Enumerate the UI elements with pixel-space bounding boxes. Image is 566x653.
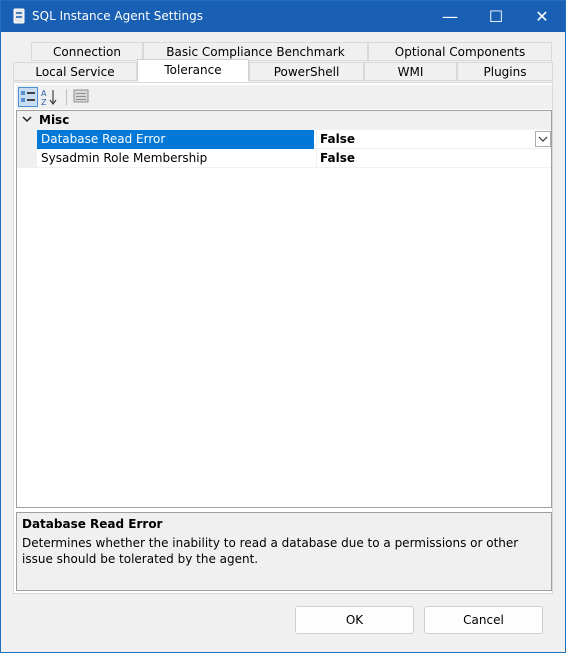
title-bar[interactable]: SQL Instance Agent Settings — ☐ ✕ <box>1 1 565 32</box>
cancel-button[interactable]: Cancel <box>424 606 543 634</box>
alphabetical-button[interactable]: A Z <box>40 87 60 107</box>
close-button[interactable]: ✕ <box>519 1 565 32</box>
help-title: Database Read Error <box>22 517 163 531</box>
property-row-database-read-error[interactable]: Database Read Error False <box>17 130 551 149</box>
categorized-button[interactable] <box>18 87 38 107</box>
category-row-misc[interactable]: Misc <box>17 111 551 130</box>
chevron-down-icon <box>538 136 548 142</box>
categorized-icon <box>21 91 35 102</box>
window-title: SQL Instance Agent Settings <box>32 9 203 23</box>
category-label: Misc <box>39 113 70 127</box>
tab-tolerance[interactable]: Tolerance <box>137 59 249 82</box>
property-name[interactable]: Sysadmin Role Membership <box>37 149 314 168</box>
row-gutter <box>17 149 37 168</box>
property-value[interactable]: False <box>316 130 534 149</box>
alphabetical-icon: A Z <box>41 89 57 107</box>
chevron-down-icon[interactable] <box>21 113 33 125</box>
ok-button[interactable]: OK <box>295 606 414 634</box>
row-gutter <box>17 130 37 149</box>
tab-powershell[interactable]: PowerShell <box>249 62 364 81</box>
database-app-icon <box>13 8 25 24</box>
help-description: Determines whether the inability to read… <box>22 536 519 566</box>
tab-local-service[interactable]: Local Service <box>13 62 137 81</box>
property-grid-toolbar: A Z <box>16 85 552 109</box>
minimize-button[interactable]: — <box>427 1 473 32</box>
tab-connection[interactable]: Connection <box>31 42 143 61</box>
property-name[interactable]: Database Read Error <box>37 130 314 149</box>
tab-optional-components[interactable]: Optional Components <box>368 42 552 61</box>
tab-strip: Connection Basic Compliance Benchmark Op… <box>13 41 553 83</box>
tab-plugins[interactable]: Plugins <box>457 62 553 81</box>
property-pages-icon <box>73 89 89 103</box>
value-dropdown-button[interactable] <box>535 131 551 147</box>
tolerance-tab-panel: A Z Misc Database Read Error False Sysad… <box>13 82 553 594</box>
maximize-button[interactable]: ☐ <box>473 1 519 32</box>
help-pane: Database Read Error Determines whether t… <box>16 512 552 591</box>
property-grid: Misc Database Read Error False Sysadmin … <box>16 110 552 508</box>
property-pages-button[interactable] <box>72 87 92 107</box>
property-row-sysadmin-role-membership[interactable]: Sysadmin Role Membership False <box>17 149 551 168</box>
tab-wmi[interactable]: WMI <box>364 62 457 81</box>
property-value[interactable]: False <box>316 149 534 168</box>
svg-text:A: A <box>41 89 47 98</box>
toolbar-separator <box>66 89 67 105</box>
svg-text:Z: Z <box>41 98 47 107</box>
settings-window: SQL Instance Agent Settings — ☐ ✕ Connec… <box>0 0 566 653</box>
